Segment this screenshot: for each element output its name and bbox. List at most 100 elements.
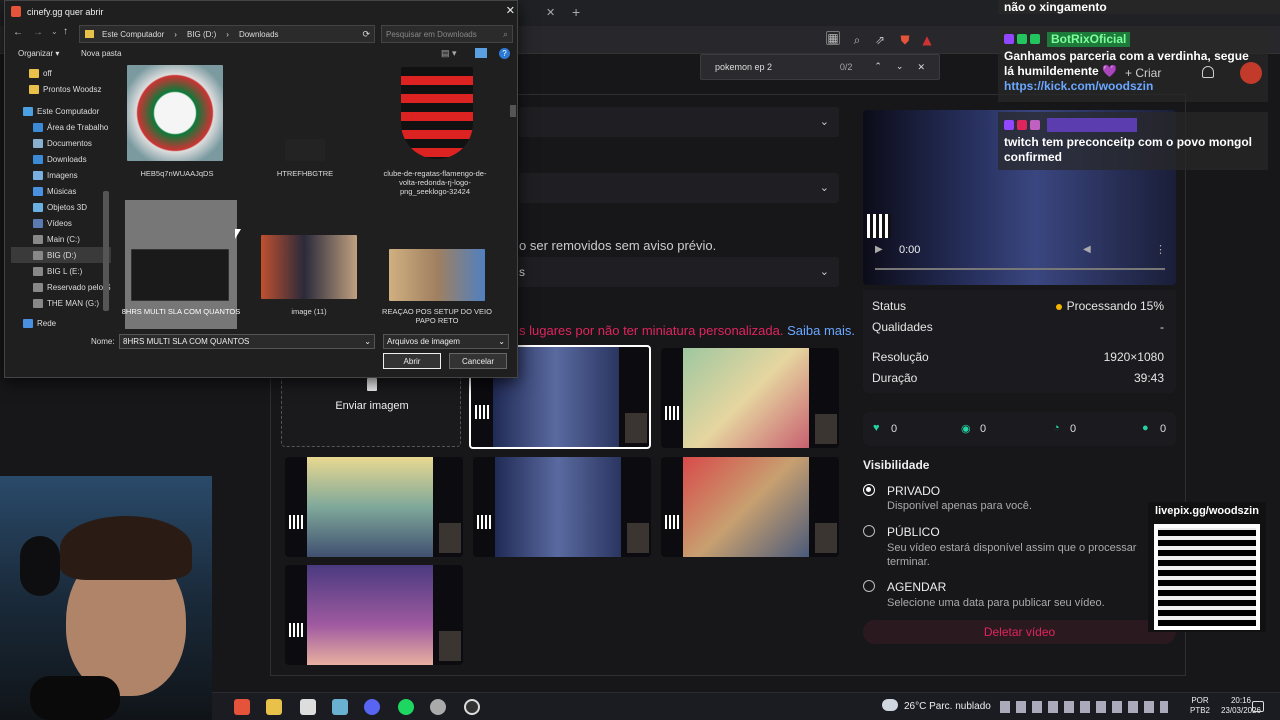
notification-icon[interactable] xyxy=(1252,701,1264,712)
app-icon[interactable] xyxy=(430,699,446,715)
nav-item-drive-g[interactable]: THE MAN (G:) xyxy=(11,295,111,311)
nav-item-reserved[interactable]: Reservado pelo Sistema xyxy=(11,279,111,295)
view-options-icon[interactable]: ▤ ▾ xyxy=(441,48,457,59)
dropdown-3-value: s xyxy=(519,265,525,279)
thumbnail-option[interactable] xyxy=(285,457,463,557)
microphone xyxy=(30,676,120,720)
create-button[interactable]: + Criar xyxy=(1125,66,1161,80)
recent-dropdown-icon[interactable]: ⌄ xyxy=(51,27,58,36)
file-type-select[interactable]: Arquivos de imagem ⌄ xyxy=(383,334,509,349)
filename-input[interactable]: 8HRS MULTI SLA COM QUANTOS ⌄ xyxy=(119,334,375,349)
address-bar[interactable]: Este Computador › BIG (D:) › Downloads ⟳ xyxy=(79,25,375,43)
nav-item-downloads[interactable]: Downloads xyxy=(11,151,111,167)
nav-item-network[interactable]: Rede xyxy=(11,315,111,329)
nav-item-videos[interactable]: Vídeos xyxy=(11,215,111,231)
nav-item-documents[interactable]: Documentos xyxy=(11,135,111,151)
breadcrumb-this-pc[interactable]: Este Computador xyxy=(102,30,164,39)
screenshot-thumb[interactable] xyxy=(131,249,229,301)
delete-video-button[interactable]: Deletar vídeo xyxy=(863,620,1176,644)
reader-icon[interactable]: ▦ xyxy=(826,31,840,45)
nav-item-music[interactable]: Músicas xyxy=(11,183,111,199)
rewards-icon[interactable]: ▲ xyxy=(918,31,936,49)
thumbnail-option[interactable] xyxy=(661,457,839,557)
dark-image-thumb[interactable] xyxy=(285,139,325,161)
breadcrumb-downloads[interactable]: Downloads xyxy=(239,30,279,39)
tab-close-icon[interactable]: ✕ xyxy=(546,6,555,19)
chevron-down-icon: ⌄ xyxy=(498,337,505,346)
find-query[interactable]: pokemon ep 2 xyxy=(715,62,772,72)
discord-icon[interactable] xyxy=(364,699,380,715)
dropdown-3[interactable]: s ⌄ xyxy=(511,257,839,287)
breadcrumb-drive[interactable]: BIG (D:) xyxy=(187,30,216,39)
nav-item-images[interactable]: Imagens xyxy=(11,167,111,183)
nav-item-3d-objects[interactable]: Objetos 3D xyxy=(11,199,111,215)
webcam-thumb xyxy=(439,523,461,553)
find-prev-icon[interactable]: ⌃ xyxy=(874,62,882,72)
chat-link[interactable]: https://kick.com/woodszin xyxy=(1004,79,1262,94)
refresh-icon[interactable]: ⟳ xyxy=(362,29,370,40)
learn-more-link[interactable]: Saiba mais. xyxy=(787,323,855,338)
dialog-close-icon[interactable]: ✕ xyxy=(506,4,515,17)
more-icon[interactable]: ⋮ xyxy=(1155,243,1166,256)
brave-shield-icon[interactable]: ⛊ xyxy=(896,31,914,49)
up-arrow-icon[interactable]: ↑ xyxy=(63,26,68,37)
file-grid-scrollbar[interactable] xyxy=(510,105,516,117)
nav-item-drive-c[interactable]: Main (C:) xyxy=(11,231,111,247)
reaction-thumb[interactable] xyxy=(389,249,485,301)
drive-icon xyxy=(33,266,43,276)
find-close-icon[interactable]: ✕ xyxy=(917,62,925,73)
palmeiras-corinthians-logo-icon[interactable] xyxy=(127,65,223,161)
nav-item-drive-e[interactable]: BIG L (E:) xyxy=(11,263,111,279)
zoom-icon[interactable]: ⌕ xyxy=(848,31,866,49)
volume-icon[interactable]: ◀ xyxy=(1083,244,1091,255)
brave-browser-icon[interactable] xyxy=(234,699,250,715)
notifications-icon[interactable] xyxy=(1202,66,1214,78)
organize-menu[interactable]: Organizar ▾ xyxy=(18,49,59,58)
preview-pane-icon[interactable] xyxy=(475,48,487,58)
spotify-icon[interactable] xyxy=(398,699,414,715)
thumbnail-option[interactable] xyxy=(285,565,463,665)
weather-text[interactable]: 26°C Parc. nublado xyxy=(904,701,991,712)
open-button[interactable]: Abrir xyxy=(383,353,441,369)
file-explorer-icon[interactable] xyxy=(266,699,282,715)
new-folder-button[interactable]: Nova pasta xyxy=(81,49,121,58)
nav-item-prontos[interactable]: Prontos Woodsz xyxy=(11,81,111,97)
thumbnail-option[interactable] xyxy=(473,457,651,557)
webcam-thumb xyxy=(815,523,837,553)
nav-scrollbar[interactable] xyxy=(103,191,109,311)
thumbnail-note: s lugares por não ter miniatura personal… xyxy=(519,323,855,338)
app-icon[interactable] xyxy=(300,699,316,715)
language-indicator[interactable]: POR PTB2 xyxy=(1190,696,1210,716)
system-tray[interactable] xyxy=(1000,701,1168,713)
webcam-thumb xyxy=(815,414,837,444)
file-add-icon xyxy=(367,378,377,391)
flamengo-logo-icon[interactable] xyxy=(401,67,473,159)
play-icon[interactable]: ▶ xyxy=(875,244,883,255)
file-type-value: Arquivos de imagem xyxy=(387,337,460,346)
dropdown-1[interactable]: ⌄ xyxy=(519,107,839,137)
visibility-title: Visibilidade xyxy=(863,458,930,472)
public-desc-2: terminar. xyxy=(887,556,930,568)
obs-icon[interactable] xyxy=(464,699,480,715)
help-icon[interactable]: ? xyxy=(499,48,510,59)
radio-private[interactable] xyxy=(863,484,875,496)
nav-item-drive-d[interactable]: BIG (D:) xyxy=(11,247,111,263)
thumbnail-option[interactable] xyxy=(661,348,839,448)
nav-item-off[interactable]: off xyxy=(11,65,111,81)
profile-avatar[interactable] xyxy=(1240,62,1262,84)
new-tab-icon[interactable]: + xyxy=(572,4,580,20)
share-icon[interactable]: ⇗ xyxy=(871,31,889,49)
seek-bar[interactable] xyxy=(875,268,1165,270)
cancel-button[interactable]: Cancelar xyxy=(449,353,507,369)
one-piece-thumb[interactable] xyxy=(261,235,357,299)
radio-schedule[interactable] xyxy=(863,580,875,592)
nav-item-desktop[interactable]: Área de Trabalho xyxy=(11,119,111,135)
back-arrow-icon[interactable]: ← xyxy=(13,27,23,38)
dropdown-2[interactable]: ⌄ xyxy=(519,173,839,203)
app-icon[interactable] xyxy=(332,699,348,715)
dialog-search-input[interactable]: Pesquisar em Downloads ⌕ xyxy=(381,25,513,43)
radio-public[interactable] xyxy=(863,525,875,537)
forward-arrow-icon[interactable]: → xyxy=(33,27,43,38)
find-next-icon[interactable]: ⌄ xyxy=(896,62,904,72)
nav-item-this-pc[interactable]: Este Computador xyxy=(11,103,111,119)
